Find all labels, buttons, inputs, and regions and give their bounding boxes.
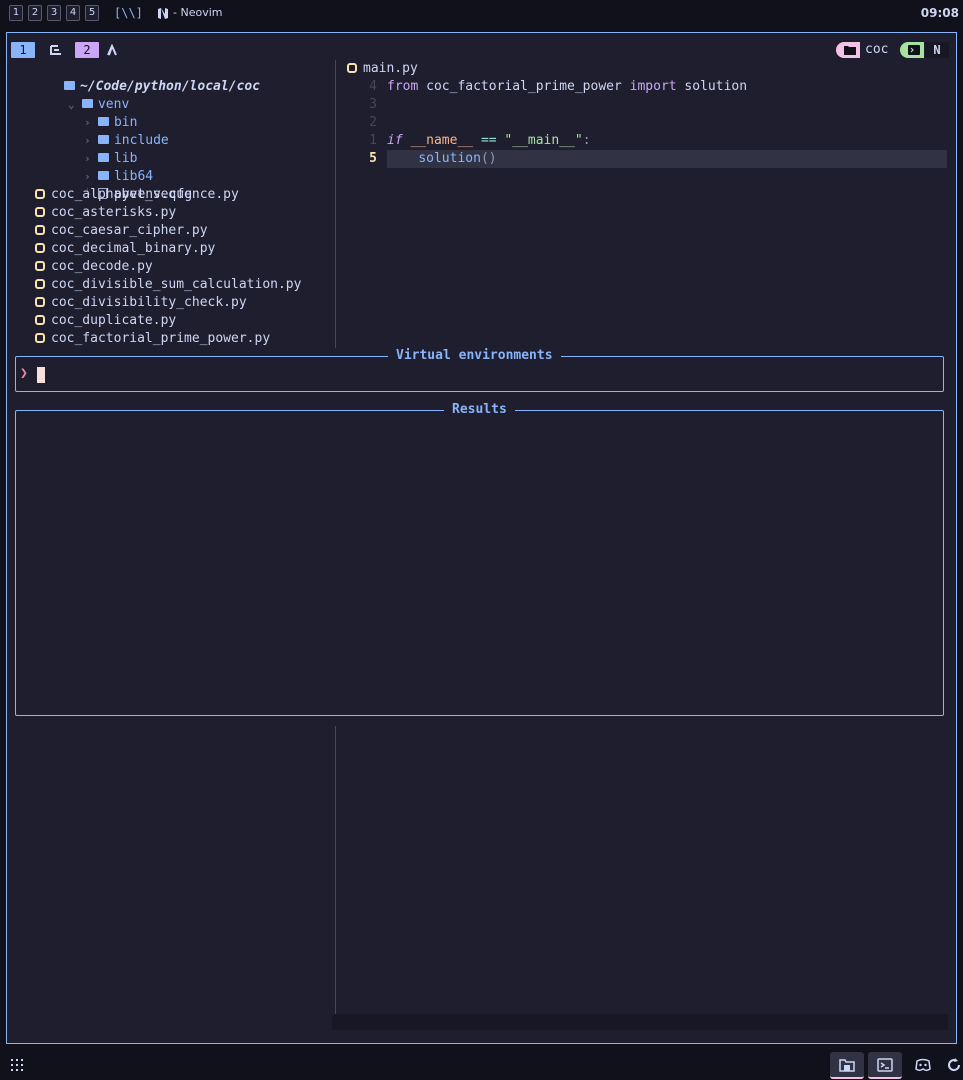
code-token: "__main__" [504, 133, 583, 148]
refresh-icon[interactable] [940, 1052, 963, 1079]
terminal-icon [900, 42, 924, 58]
mode-indicator: N [925, 42, 949, 58]
tree-dir-lib64[interactable]: › lib64 [37, 150, 153, 184]
file-label: coc_decimal_binary.py [51, 241, 216, 256]
code-token: if [387, 133, 403, 148]
tree-file[interactable]: coc_alphabet_sequence.py [35, 186, 239, 204]
code-line-current[interactable]: 5 solution() [347, 150, 947, 168]
python-icon [35, 188, 45, 199]
line-number: 5 [369, 151, 377, 166]
prompt-cursor [37, 367, 45, 383]
top-bar: 1 2 3 4 5 [\\] - Neovim 09:08 [0, 0, 963, 26]
tab-2[interactable]: 2 [75, 42, 99, 58]
file-label: coc_divisibility_check.py [51, 295, 247, 310]
code-token: coc_factorial_prime_power [418, 79, 630, 94]
tree-file[interactable]: coc_decode.py [35, 258, 153, 276]
editor-file-tab[interactable]: main.py [347, 60, 418, 78]
files-icon[interactable] [830, 1052, 864, 1079]
python-icon [35, 260, 45, 271]
code-token: __name__ [410, 133, 474, 148]
prompt-title: Virtual environments [388, 347, 561, 365]
code-token: solution [418, 151, 481, 166]
python-icon [35, 224, 45, 235]
file-label: coc_decode.py [51, 259, 153, 274]
lambda-icon [105, 42, 119, 58]
tree-dir-bin[interactable]: › bin [37, 96, 137, 130]
code-line[interactable]: 1 if __name__ == "__main__": [347, 132, 947, 150]
line-number: 1 [369, 133, 377, 148]
line-number: 3 [369, 97, 377, 112]
status-line [332, 1014, 948, 1030]
cursor-line: solution() [387, 150, 947, 168]
file-label: coc_alphabet_sequence.py [51, 187, 239, 202]
code-line[interactable]: 2 [347, 114, 947, 132]
telescope-prompt[interactable]: Virtual environments ❯ [15, 347, 944, 392]
workspace-2-button[interactable]: 2 [28, 5, 42, 21]
terminal-window[interactable]: 1 2 coc N ~/Code/python/local/coc ⌄ venv … [6, 32, 957, 1044]
code-token: solution [676, 79, 748, 94]
code-line[interactable]: 3 [347, 96, 947, 114]
tree-file[interactable]: coc_caesar_cipher.py [35, 222, 208, 240]
cwd-name: coc [865, 42, 889, 57]
split-divider[interactable] [335, 60, 336, 348]
python-icon [35, 278, 45, 289]
results-title: Results [444, 401, 515, 419]
split-divider[interactable] [335, 726, 336, 1014]
tree-root[interactable]: ~/Code/python/local/coc [17, 60, 260, 94]
discord-icon[interactable] [906, 1052, 940, 1079]
python-icon [347, 62, 357, 73]
code-token: () [480, 151, 497, 166]
app-launcher-icon[interactable] [11, 1059, 23, 1071]
workspace-4-button[interactable]: 4 [66, 5, 80, 21]
tree-file[interactable]: coc_asterisks.py [35, 204, 176, 222]
clock: 09:08 [920, 6, 959, 20]
tree-file-pyvenv[interactable]: └ pyvenv.cfg [37, 168, 192, 202]
editor-filename: main.py [363, 61, 418, 76]
file-label: coc_factorial_prime_power.py [51, 331, 271, 346]
window-title: - Neovim [173, 6, 223, 19]
tree-file[interactable]: coc_divisible_sum_calculation.py [35, 276, 301, 294]
workspace-3-button[interactable]: 3 [47, 5, 61, 21]
layout-indicator[interactable]: [\\] [114, 5, 143, 21]
line-number: 4 [369, 79, 377, 94]
python-icon [35, 242, 45, 253]
folder-icon [836, 42, 860, 58]
tree-dir-lib[interactable]: › lib [37, 132, 137, 166]
tree-file[interactable]: coc_divisibility_check.py [35, 294, 247, 312]
tree-file[interactable]: coc_factorial_prime_power.py [35, 330, 270, 348]
tree-dir-include[interactable]: › include [37, 114, 169, 148]
neovim-icon [158, 8, 168, 19]
python-icon [35, 296, 45, 307]
code-token: import [629, 79, 677, 94]
workspace-1-button[interactable]: 1 [9, 5, 23, 21]
python-icon [35, 314, 45, 325]
file-label: coc_divisible_sum_calculation.py [51, 277, 302, 292]
window-title-text: Neovim [180, 6, 223, 19]
code-token: from [387, 79, 419, 94]
code-token: : [582, 133, 591, 148]
prompt-chevron-icon: ❯ [20, 366, 28, 381]
tree-file[interactable]: coc_duplicate.py [35, 312, 176, 330]
tree-file[interactable]: coc_decimal_binary.py [35, 240, 215, 258]
file-label: coc_duplicate.py [51, 313, 177, 328]
bottom-bar [0, 1050, 963, 1080]
file-label: coc_caesar_cipher.py [51, 223, 208, 238]
tree-icon [49, 42, 63, 58]
tab-1[interactable]: 1 [11, 42, 35, 58]
terminal-icon[interactable] [868, 1052, 902, 1079]
line-number: 2 [369, 115, 377, 130]
workspace-5-button[interactable]: 5 [85, 5, 99, 21]
python-icon [35, 332, 45, 343]
tree-dir-venv[interactable]: ⌄ venv [21, 78, 129, 112]
code-line[interactable]: 4 from coc_factorial_prime_power import s… [347, 78, 947, 96]
file-label: coc_asterisks.py [51, 205, 177, 220]
code-token: == [480, 133, 497, 148]
python-icon [35, 206, 45, 217]
telescope-results[interactable]: Results [15, 401, 944, 716]
